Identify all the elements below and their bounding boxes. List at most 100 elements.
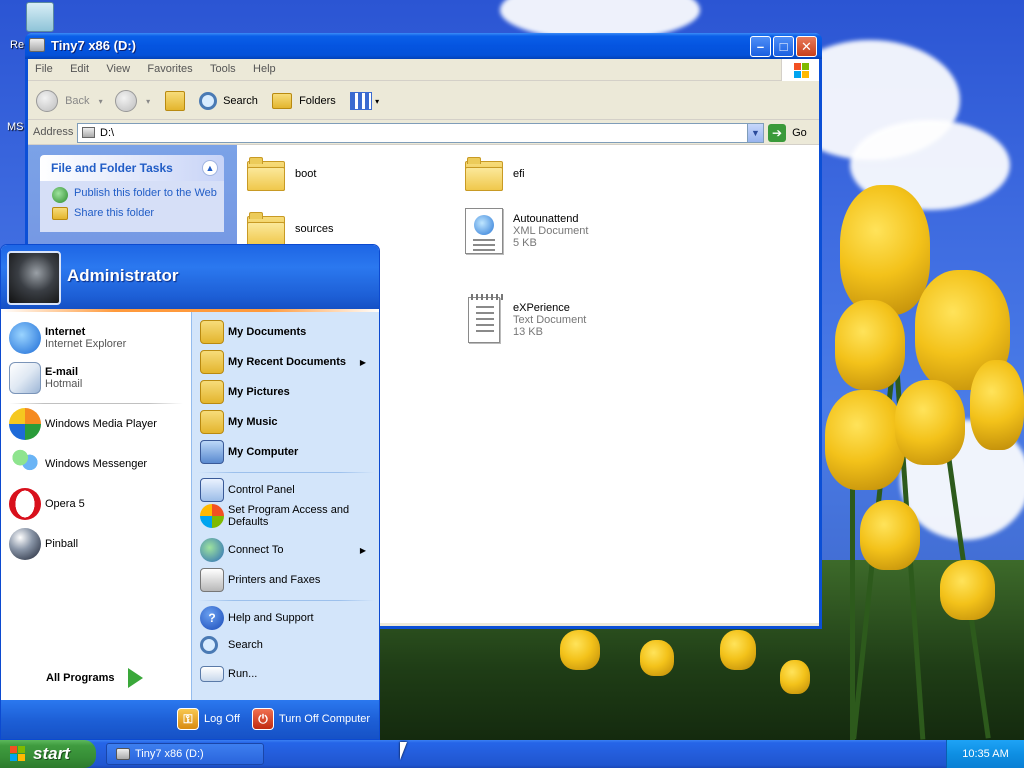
clock[interactable]: 10:35 AM <box>962 748 1008 760</box>
tulip <box>860 500 920 570</box>
start-item-my-recent-documents[interactable]: My Recent Documents ▶ <box>200 350 376 374</box>
all-programs-arrow-icon <box>128 668 144 688</box>
up-folder-button[interactable] <box>165 89 185 113</box>
start-item-printers[interactable]: Printers and Faxes <box>200 568 320 592</box>
log-off-button[interactable]: ⚿ Log Off <box>177 708 240 730</box>
back-dropdown-icon: ▾ <box>98 97 103 106</box>
search-icon <box>199 92 217 111</box>
start-item-my-documents[interactable]: My Documents <box>200 320 306 344</box>
internet-explorer-icon <box>9 322 41 354</box>
start-item-label: Pinball <box>45 538 79 550</box>
address-dropdown-button[interactable]: ▼ <box>747 124 763 142</box>
taskbar: start Tiny7 x86 (D:) 10:35 AM <box>0 740 1024 768</box>
start-item-help[interactable]: ? Help and Support <box>200 606 314 630</box>
tulip <box>720 630 756 670</box>
separator <box>198 600 374 601</box>
views-dropdown-icon: ▾ <box>375 97 380 106</box>
start-item-search[interactable]: Search <box>200 636 263 654</box>
task-panel-header[interactable]: File and Folder Tasks ▲ <box>40 155 224 181</box>
start-item-pinball[interactable]: Pinball <box>9 528 78 560</box>
desktop-icon-label-2[interactable]: MS <box>7 121 24 133</box>
start-item-my-music[interactable]: My Music <box>200 410 278 434</box>
tulip <box>835 300 905 390</box>
start-item-label: Connect To <box>228 544 284 556</box>
my-computer-icon <box>200 440 224 464</box>
toolbar: Back ▾ ▾ Search Folders ▾ <box>28 82 819 120</box>
submenu-arrow-icon: ▶ <box>359 545 366 555</box>
start-item-label: My Pictures <box>228 386 290 398</box>
back-button[interactable]: Back ▾ <box>36 89 103 113</box>
start-item-email[interactable]: E-mail Hotmail <box>9 362 82 394</box>
windows-flag-icon <box>10 746 26 762</box>
share-folder-icon <box>52 207 68 220</box>
taskbar-item-explorer[interactable]: Tiny7 x86 (D:) <box>106 743 264 765</box>
address-input[interactable]: D:\ ▼ <box>77 123 764 143</box>
turn-off-button[interactable]: ⏻ Turn Off Computer <box>252 708 370 730</box>
collapse-icon[interactable]: ▲ <box>202 160 218 176</box>
all-programs-label: All Programs <box>46 672 115 684</box>
start-item-opera[interactable]: Opera 5 <box>9 488 85 520</box>
drive-icon <box>82 127 95 138</box>
forward-button[interactable]: ▾ <box>115 89 150 113</box>
menu-favorites[interactable]: Favorites <box>140 59 199 75</box>
task-publish-label: Publish this folder to the Web <box>74 187 217 199</box>
start-item-title: Internet <box>45 326 86 338</box>
menu-view[interactable]: View <box>99 59 137 75</box>
start-item-label: Windows Messenger <box>45 458 148 470</box>
start-item-media-player[interactable]: Windows Media Player <box>9 408 157 440</box>
start-item-my-pictures[interactable]: My Pictures <box>200 380 290 404</box>
search-button[interactable]: Search <box>199 89 258 113</box>
system-tray: 10:35 AM <box>946 740 1024 768</box>
start-item-internet[interactable]: Internet Internet Explorer <box>9 322 126 354</box>
drive-icon <box>116 748 130 760</box>
file-folder-tasks-panel: File and Folder Tasks ▲ Publish this fol… <box>40 155 224 232</box>
folders-button[interactable]: Folders <box>272 89 336 113</box>
menu-file[interactable]: File <box>28 59 60 75</box>
recent-documents-icon <box>200 350 224 374</box>
submenu-arrow-icon: ▶ <box>359 357 366 367</box>
avatar[interactable] <box>7 251 61 305</box>
start-label: start <box>33 744 70 763</box>
start-item-messenger[interactable]: Windows Messenger <box>9 448 147 480</box>
title-bar[interactable]: Tiny7 x86 (D:) – □ ✕ <box>25 33 822 59</box>
file-item-sources[interactable]: sources <box>247 212 334 246</box>
file-name: sources <box>295 223 334 235</box>
start-menu-programs: Internet Internet Explorer E-mail Hotmai… <box>1 312 191 725</box>
start-item-my-computer[interactable]: My Computer <box>200 440 298 464</box>
all-programs-button[interactable]: All Programs <box>46 668 144 688</box>
file-item-autounattend[interactable]: Autounattend XML Document 5 KB <box>465 208 588 254</box>
start-item-run[interactable]: Run... <box>200 666 257 682</box>
search-icon <box>200 636 218 654</box>
file-name: eXPerience <box>513 302 570 314</box>
start-item-set-program-access[interactable]: Set Program Access and Defaults <box>200 504 372 528</box>
go-button[interactable]: ➔ Go <box>768 124 807 143</box>
start-item-control-panel[interactable]: Control Panel <box>200 478 295 502</box>
start-item-connect-to[interactable]: Connect To ▶ <box>200 538 376 562</box>
up-folder-icon <box>165 91 185 112</box>
task-panel-title: File and Folder Tasks <box>51 161 173 175</box>
task-publish-web[interactable]: Publish this folder to the Web <box>52 187 220 203</box>
separator <box>9 403 183 404</box>
start-item-label: Opera 5 <box>45 498 85 510</box>
tulip <box>780 660 810 694</box>
menu-help[interactable]: Help <box>246 59 283 75</box>
file-size: 13 KB <box>513 326 543 338</box>
start-item-label: My Music <box>228 416 278 428</box>
file-item-efi[interactable]: efi <box>465 157 525 191</box>
menu-tools[interactable]: Tools <box>203 59 243 75</box>
maximize-button[interactable]: □ <box>773 36 794 57</box>
desktop-icon-label-1[interactable]: Re <box>10 39 24 51</box>
desktop-icon-recycle[interactable] <box>22 2 54 32</box>
views-button[interactable]: ▾ <box>350 89 379 113</box>
user-name: Administrator <box>67 266 179 285</box>
taskbar-item-label: Tiny7 x86 (D:) <box>135 748 204 760</box>
close-button[interactable]: ✕ <box>796 36 817 57</box>
minimize-button[interactable]: – <box>750 36 771 57</box>
file-name: efi <box>513 168 525 180</box>
menu-bar: File Edit View Favorites Tools Help <box>28 59 819 81</box>
task-share-folder[interactable]: Share this folder <box>52 207 220 220</box>
start-button[interactable]: start <box>0 740 96 768</box>
menu-edit[interactable]: Edit <box>63 59 96 75</box>
file-item-experience[interactable]: eXPerience Text Document 13 KB <box>465 294 586 343</box>
file-item-boot[interactable]: boot <box>247 157 316 191</box>
